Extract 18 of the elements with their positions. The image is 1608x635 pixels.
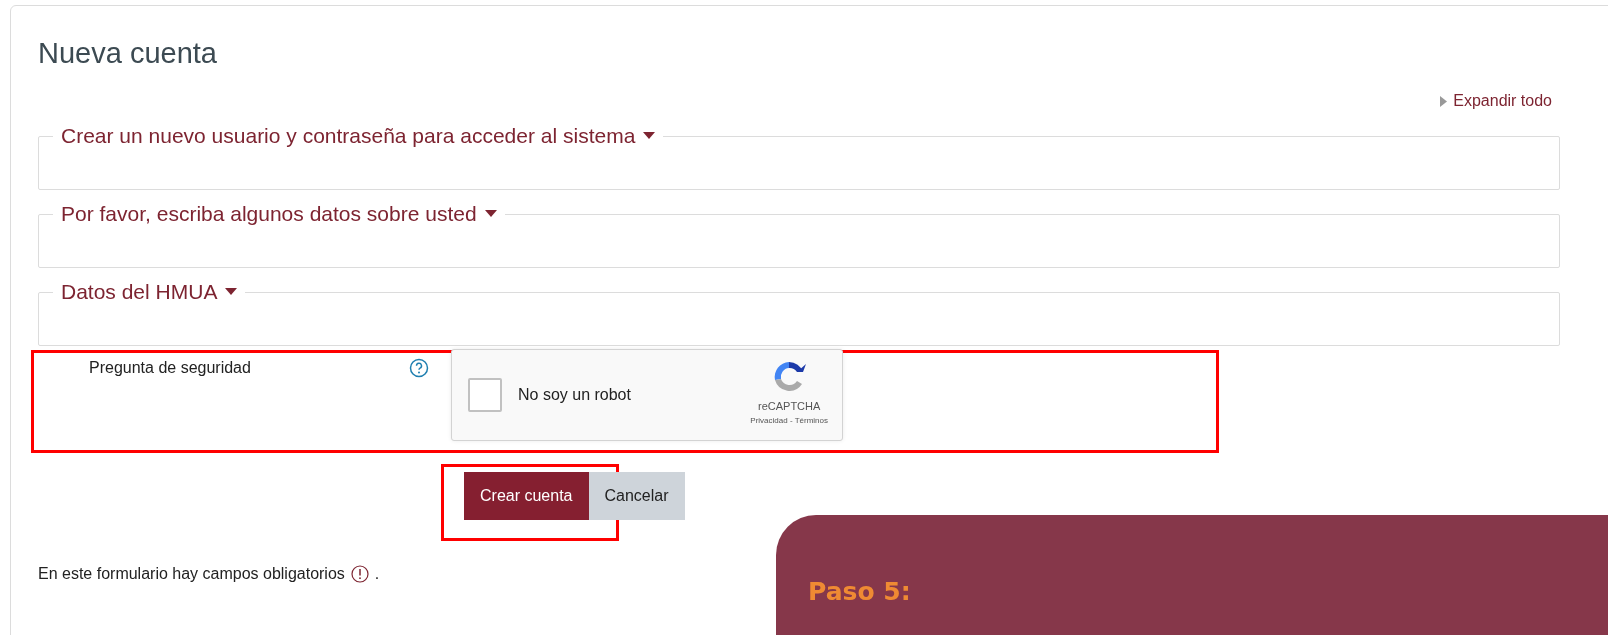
- exclamation-icon: [350, 565, 369, 583]
- create-account-button[interactable]: Crear cuenta: [464, 472, 589, 520]
- triangle-icon: [1440, 95, 1448, 107]
- page-title: Nueva cuenta: [38, 36, 218, 70]
- note-period: .: [374, 565, 380, 583]
- expand-all-link[interactable]: Expandir todo: [1440, 90, 1552, 112]
- captcha-brand: reCAPTCHA: [758, 400, 821, 412]
- required-note: En este formulario hay campos obligatorios: [38, 565, 345, 583]
- checkbox-label: No soy un robot: [518, 386, 631, 404]
- captcha-checkbox[interactable]: [468, 378, 502, 412]
- caret-icon: [643, 132, 656, 140]
- captcha-links[interactable]: Privacidad - Términos: [750, 416, 828, 425]
- callout-title: Paso 5:: [808, 577, 911, 606]
- help-icon[interactable]: [409, 358, 429, 378]
- field-label: Pregunta de seguridad: [89, 359, 252, 378]
- caret-icon: [484, 210, 497, 218]
- caret-icon: [225, 288, 238, 296]
- cancel-button[interactable]: Cancelar: [588, 472, 685, 520]
